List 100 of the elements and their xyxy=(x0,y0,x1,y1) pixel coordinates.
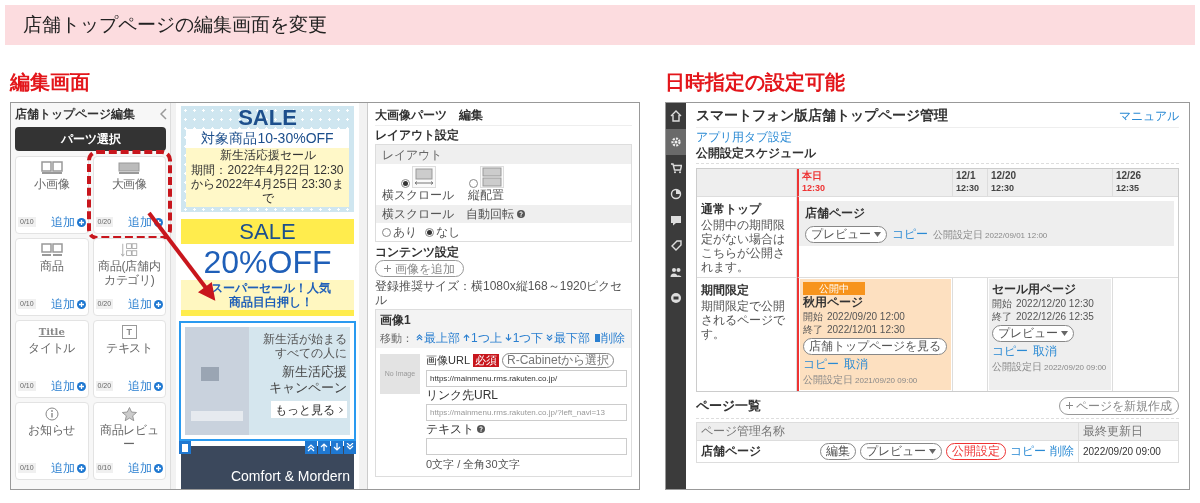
preview-dropdown-button[interactable]: プレビュー xyxy=(992,325,1074,342)
cancel-link[interactable]: 取消 xyxy=(1033,344,1057,359)
option-label: 横スクロール xyxy=(382,188,454,203)
move-link[interactable]: 1つ下 xyxy=(504,329,544,347)
plus-circle-icon xyxy=(76,463,86,473)
part-label: 大画像 xyxy=(111,177,147,191)
published-label: 公開設定日 xyxy=(803,373,853,387)
caret-icon xyxy=(1061,331,1068,336)
column-header: 最終更新日 xyxy=(1083,423,1143,440)
move-link[interactable]: 1つ上 xyxy=(463,329,502,347)
text-input-field[interactable] xyxy=(426,437,627,455)
copy-link[interactable]: コピー xyxy=(992,344,1028,359)
section-title: ページ一覧 xyxy=(696,397,761,415)
move-block-button[interactable] xyxy=(344,441,356,454)
date-value: 2022/09/20 12:00 xyxy=(827,310,905,323)
campaign-headline: キャンペーン xyxy=(269,380,347,396)
delete-block-button[interactable] xyxy=(179,441,191,454)
add-part-button[interactable]: 追加 xyxy=(50,213,86,231)
sale-headline: 対象商品10-30%OFF xyxy=(201,129,334,148)
cancel-link[interactable]: 取消 xyxy=(844,357,868,372)
title-text-icon: Title xyxy=(38,325,65,339)
more-button[interactable]: もっと見る xyxy=(271,401,347,418)
view-page-button[interactable]: 店舗トップページを見る xyxy=(803,338,947,355)
add-part-button[interactable]: 追加 xyxy=(128,213,163,231)
category-grid-icon xyxy=(119,243,140,257)
delete-link[interactable]: 削除 xyxy=(595,329,626,347)
vertical-stack-icon xyxy=(479,166,504,188)
circle-icon xyxy=(670,292,682,304)
help-icon xyxy=(477,425,485,433)
add-part-button[interactable]: 追加 xyxy=(128,295,163,313)
large-image-icon xyxy=(118,161,141,175)
field-label: リンク先URL xyxy=(426,387,499,403)
campaign-headline: 新生活応援 xyxy=(282,364,347,380)
radio-button[interactable] xyxy=(425,227,434,237)
column-time: 12:30 xyxy=(802,182,827,194)
url-input-field[interactable]: https://mainmenu.rms.rakuten.co.jp/ xyxy=(426,369,627,387)
plus-circle-icon xyxy=(76,299,86,309)
help-icon xyxy=(517,210,525,218)
row-title: 通常トップ xyxy=(701,201,763,218)
move-link[interactable]: 最上部 xyxy=(416,329,460,347)
cart-icon xyxy=(670,162,682,174)
collapse-chevron-icon[interactable] xyxy=(160,108,168,120)
preview-dropdown-button[interactable]: プレビュー xyxy=(805,225,887,243)
sale-headline: 20%OFF xyxy=(203,244,332,280)
part-label: 商品 xyxy=(40,259,64,273)
nav-button[interactable] xyxy=(666,129,686,155)
add-part-button[interactable]: 追加 xyxy=(128,459,163,477)
manual-link[interactable]: マニュアル xyxy=(1119,106,1179,125)
sale-name: 新生活応援セール xyxy=(219,148,316,163)
plus-circle-icon xyxy=(154,381,163,391)
date-label: 終了 xyxy=(992,310,1012,323)
parts-select-button[interactable]: パーツ選択 xyxy=(15,127,166,151)
part-label: テキスト xyxy=(105,341,153,355)
sale-title: SALE xyxy=(238,106,297,129)
sale-period: 期間：2022年4月22日 12:30から2022年4月25日 23:30まで xyxy=(190,163,345,205)
add-part-button[interactable]: 追加 xyxy=(50,459,86,477)
add-part-button[interactable]: 追加 xyxy=(128,377,163,395)
published-date: 2022/09/01 12:00 xyxy=(985,229,1048,242)
panel-title: 大画像パーツ 編集 xyxy=(375,106,632,126)
column-time: 12:35 xyxy=(1116,182,1141,194)
app-tab-link[interactable]: アプリ用タブ設定 xyxy=(696,130,792,145)
add-part-button[interactable]: 追加 xyxy=(50,377,86,395)
move-link[interactable]: 最下部 xyxy=(546,329,591,347)
column-date: 本日 xyxy=(802,170,823,182)
field-label: レイアウト xyxy=(382,146,442,164)
link-input-field[interactable]: https://mainmenu.rms.rakuten.co.jp/?left_navi=13 xyxy=(426,403,627,421)
move-block-button[interactable] xyxy=(318,441,330,454)
move-top-icon xyxy=(307,443,315,452)
campaign-subtitle: すべての人に xyxy=(275,346,347,360)
required-badge: 必須 xyxy=(473,353,499,367)
column-time: 12:30 xyxy=(991,182,1016,194)
column-date: 12/20 xyxy=(991,170,1018,182)
star-icon xyxy=(121,407,137,421)
copy-link[interactable]: コピー xyxy=(803,357,839,372)
section-label: コンテンツ設定 xyxy=(375,244,460,260)
part-label: 商品レビュー xyxy=(99,423,160,451)
radio-button[interactable] xyxy=(400,179,410,188)
entry-title: セール用ページ xyxy=(992,282,1077,297)
date-value: 2022/12/26 12:35 xyxy=(1016,310,1094,323)
preview-dropdown-button[interactable]: プレビュー xyxy=(860,442,942,460)
add-part-button[interactable]: 追加 xyxy=(50,295,86,313)
plus-circle-icon xyxy=(154,217,163,227)
copy-link[interactable]: コピー xyxy=(1010,442,1046,460)
updated-date: 2022/09/20 09:00 xyxy=(1083,444,1161,459)
column-date: 12/26 xyxy=(1116,170,1143,182)
delete-link[interactable]: 削除 xyxy=(1050,442,1074,460)
move-label: 移動： xyxy=(380,330,413,346)
part-label: 小画像 xyxy=(34,177,70,191)
row-title: 期間限定 xyxy=(701,282,750,299)
horizontal-scroll-icon xyxy=(411,166,436,188)
radio-button[interactable] xyxy=(382,227,391,237)
date-label: 終了 xyxy=(803,323,823,336)
move-block-button[interactable] xyxy=(305,441,317,454)
move-block-button[interactable] xyxy=(331,441,343,454)
chat-icon xyxy=(670,214,682,226)
plus-circle-icon xyxy=(154,299,163,309)
page-name: 店舗ページ xyxy=(701,443,761,460)
plus-circle-icon xyxy=(154,463,163,473)
radio-button[interactable] xyxy=(468,179,478,188)
copy-link[interactable]: コピー xyxy=(892,225,928,243)
